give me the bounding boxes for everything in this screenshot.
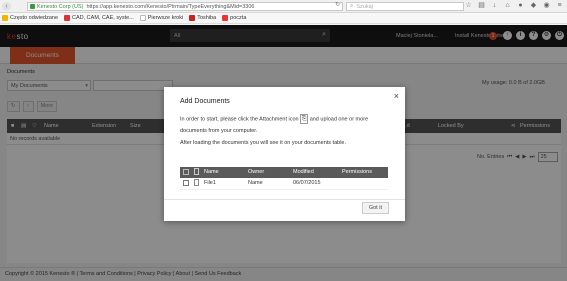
dialog-title: Add Documents: [180, 98, 230, 105]
address-bar[interactable]: Kenesto Corp (US) https://app.kenesto.co…: [27, 2, 343, 11]
browser-toolbar: ‹ Kenesto Corp (US) https://app.kenesto.…: [0, 0, 567, 13]
bookmark-icon: [139, 15, 146, 21]
chat-icon[interactable]: ●: [517, 2, 524, 10]
example-row: File1 Name 06/07/2015: [180, 178, 388, 190]
dialog-instruction-2: documents from your computer.: [180, 128, 258, 134]
search-icon: ⌕: [350, 3, 354, 9]
bookmark-icon: [189, 15, 196, 21]
add-documents-dialog: Add Documents × In order to start, pleas…: [164, 87, 405, 221]
bookmark-icon: [222, 15, 229, 21]
bookmarks-bar: Często odwiedzane CAD, CAM, CAE, syste..…: [0, 13, 567, 24]
example-table: Name Owner Modified Permissions File1 Na…: [180, 167, 388, 190]
back-icon[interactable]: ‹: [2, 1, 11, 11]
lock-icon: [30, 4, 35, 9]
url-text: https://app.kenesto.com/Kenesto/Ptrmain/…: [86, 3, 255, 10]
example-col-owner: Owner: [248, 169, 265, 175]
reload-icon[interactable]: ↻: [335, 1, 340, 8]
example-col-modified: Modified: [293, 169, 314, 175]
menu-icon[interactable]: ≡: [556, 2, 563, 10]
browser-search-placeholder: Szukaj: [356, 3, 373, 10]
bookmark-icon: [2, 15, 8, 21]
browser-search-input[interactable]: ⌕ Szukaj: [346, 2, 464, 11]
bookmark-item[interactable]: Pierwsze kroki: [139, 15, 183, 21]
download-icon[interactable]: ↓: [491, 2, 498, 10]
dialog-divider: [164, 199, 405, 200]
star-icon[interactable]: ☆: [465, 2, 472, 10]
shield-icon[interactable]: ◆: [530, 2, 537, 10]
got-it-button[interactable]: Got it: [361, 202, 389, 214]
home-icon[interactable]: ⌂: [504, 2, 511, 10]
file-icon: [194, 179, 199, 186]
header-checkbox: [183, 169, 189, 175]
attachment-icon: ⎘: [300, 114, 309, 124]
bookmark-item[interactable]: CAD, CAM, CAE, syste...: [64, 15, 134, 21]
bookmark-item[interactable]: poczta: [222, 15, 246, 21]
bookmark-item[interactable]: Często odwiedzane: [2, 15, 58, 21]
dialog-instruction-3: After loading the documents you will see…: [180, 140, 347, 146]
example-owner: Name: [248, 180, 263, 186]
site-identity: Kenesto Corp (US): [37, 3, 84, 10]
example-col-permissions: Permissions: [342, 169, 372, 175]
bookmark-icon: [64, 15, 71, 21]
example-table-header: Name Owner Modified Permissions: [180, 167, 388, 178]
file-icon: [194, 168, 199, 175]
row-checkbox: [183, 180, 189, 186]
example-modified: 06/07/2015: [293, 180, 321, 186]
dialog-instruction-1: In order to start, please click the Atta…: [180, 114, 369, 124]
example-file-name: File1: [204, 180, 216, 186]
example-col-name: Name: [204, 169, 219, 175]
clipboard-icon[interactable]: ▤: [478, 2, 485, 10]
bookmark-item[interactable]: Toshiba: [189, 15, 216, 21]
close-icon[interactable]: ×: [394, 91, 399, 101]
addon-icon[interactable]: ◉: [543, 2, 550, 10]
